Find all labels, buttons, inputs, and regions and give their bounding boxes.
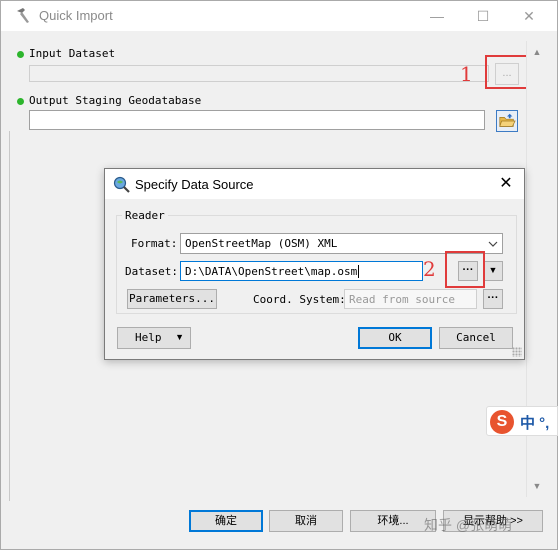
- required-indicator-icon: [17, 98, 24, 105]
- watermark: 知乎 @张萌萌: [424, 517, 513, 533]
- window-title: Quick Import: [39, 8, 113, 23]
- sogou-logo-icon: S: [490, 410, 514, 434]
- folder-open-icon: [499, 113, 516, 127]
- coord-system-browse-button[interactable]: ···: [483, 289, 503, 309]
- dialog-close-button[interactable]: ✕: [496, 173, 516, 193]
- dialog-titlebar: Specify Data Source ✕: [105, 169, 524, 199]
- dialog-cancel-button[interactable]: Cancel: [439, 327, 513, 349]
- coord-system-field[interactable]: Read from source: [344, 289, 477, 309]
- format-label: Format:: [131, 237, 178, 250]
- close-button[interactable]: ✕: [506, 1, 552, 31]
- highlight-box-1: [485, 55, 529, 89]
- text-caret: ​: [358, 265, 360, 278]
- highlight-box-2: [445, 251, 485, 288]
- panel-divider: [9, 131, 10, 501]
- maximize-button[interactable]: ☐: [460, 1, 506, 31]
- dataset-label: Dataset:: [125, 265, 178, 278]
- footer-ok-button[interactable]: 确定: [189, 510, 263, 532]
- input-dataset-field[interactable]: [29, 65, 489, 82]
- resize-grip-icon[interactable]: [512, 347, 522, 357]
- scroll-down-arrow-icon[interactable]: ▼: [527, 477, 547, 495]
- ime-mode-text: 中 °,: [520, 415, 550, 432]
- hammer-icon: [17, 8, 29, 23]
- output-geodatabase-field[interactable]: [29, 110, 485, 130]
- minimize-button[interactable]: —: [414, 1, 460, 31]
- coord-system-label: Coord. System:: [253, 293, 346, 306]
- help-button-label: Help: [135, 331, 162, 344]
- dataset-input[interactable]: D:\DATA\OpenStreet\map.osm​: [180, 261, 423, 281]
- reader-group-caption: Reader: [122, 209, 168, 222]
- triangle-down-icon: ▼: [175, 332, 184, 342]
- output-browse-button[interactable]: [496, 110, 518, 132]
- ime-toolbar[interactable]: S 中 °,: [486, 406, 558, 436]
- window-titlebar: Quick Import — ☐ ✕: [1, 1, 557, 31]
- format-select-value: OpenStreetMap (OSM) XML: [185, 237, 338, 250]
- required-indicator-icon: [17, 51, 24, 58]
- dialog-title: Specify Data Source: [135, 177, 254, 192]
- input-dataset-label: Input Dataset: [29, 47, 116, 60]
- chevron-down-icon: [488, 241, 498, 247]
- triangle-down-icon: ▼: [488, 265, 498, 275]
- dataset-input-value: D:\DATA\OpenStreet\map.osm: [185, 265, 358, 278]
- help-menu-button[interactable]: Help ▼: [117, 327, 191, 349]
- output-geodatabase-label: Output Staging Geodatabase: [29, 94, 202, 107]
- annotation-number-2: 2: [423, 257, 436, 281]
- footer-cancel-button[interactable]: 取消: [269, 510, 343, 532]
- parameters-button[interactable]: Parameters...: [127, 289, 217, 309]
- annotation-number-1: 1: [460, 62, 473, 86]
- dataset-dropdown-button[interactable]: ▼: [483, 261, 503, 281]
- magnifier-icon: [113, 176, 130, 193]
- dialog-ok-button[interactable]: OK: [358, 327, 432, 349]
- scroll-up-arrow-icon[interactable]: ▲: [527, 43, 547, 61]
